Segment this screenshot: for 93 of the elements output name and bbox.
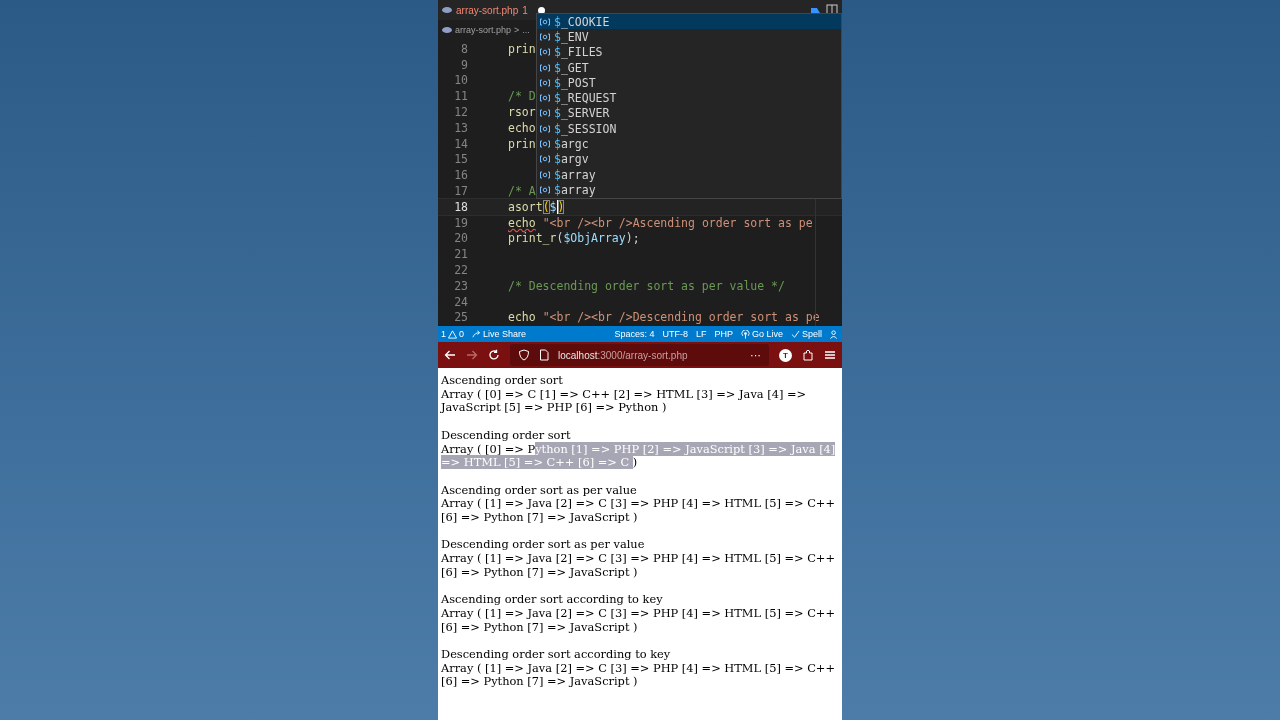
page-actions-button[interactable]: ··· bbox=[750, 349, 761, 361]
suggestion-item[interactable]: $_COOKIE bbox=[537, 14, 841, 30]
reload-icon[interactable] bbox=[488, 349, 500, 361]
status-item[interactable]: UTF-8 bbox=[662, 329, 688, 339]
variable-icon bbox=[540, 78, 550, 87]
output-text: Array ( [1] => Java [2] => C [3] => PHP [4] => HTML [5] => C++ [6] => Python [7] => JavaScript ) bbox=[441, 497, 836, 525]
suggestion-item[interactable]: $_GET bbox=[537, 59, 841, 76]
code-line: prin bbox=[508, 136, 536, 151]
check-icon bbox=[791, 329, 800, 339]
line-number: 24 bbox=[453, 294, 468, 309]
variable-icon bbox=[540, 63, 550, 72]
suggestion-item[interactable]: $_REQUEST bbox=[537, 90, 841, 106]
line-number: 16 bbox=[453, 168, 468, 183]
variable-icon bbox=[540, 140, 550, 148]
problem-count: 1 bbox=[522, 4, 528, 16]
breadcrumb-item[interactable]: ... bbox=[522, 25, 530, 35]
editor-tab[interactable]: array-sort.php bbox=[456, 4, 519, 16]
page-icon bbox=[538, 349, 550, 361]
line-number: 13 bbox=[453, 120, 468, 135]
variable-icon bbox=[540, 32, 550, 41]
code-line: prin bbox=[508, 41, 536, 56]
line-number: 10 bbox=[453, 73, 468, 88]
line-number: 11 bbox=[453, 89, 468, 104]
variable-icon bbox=[540, 17, 550, 26]
output-text: Array ( [1] => Java [2] => C [3] => PHP [4] => HTML [5] => C++ [6] => Python [7] => JavaScript ) bbox=[441, 552, 836, 580]
shield-icon bbox=[518, 349, 530, 361]
php-file-icon bbox=[442, 27, 452, 33]
output-text: Array ( [0] => C [1] => C++ [2] => HTML [3] => Java [4] => JavaScript [5] => PHP [6] => Python ) bbox=[441, 387, 808, 416]
line-number: 17 bbox=[453, 184, 468, 199]
problems-status[interactable]: 1 0 bbox=[441, 329, 465, 339]
line-number: 14 bbox=[453, 136, 468, 151]
output-heading: Descending order sort as per value bbox=[441, 538, 646, 553]
output-heading: Ascending order sort bbox=[441, 374, 564, 388]
output-text: Array ( [1] => Java [2] => C [3] => PHP [4] => HTML [5] => C++ [6] => Python [7] => JavaScript ) bbox=[441, 606, 836, 635]
suggestion-item[interactable]: $_FILES bbox=[537, 44, 841, 60]
output-heading: Descending order sort bbox=[441, 428, 572, 443]
variable-icon bbox=[540, 185, 550, 194]
account-icon[interactable] bbox=[830, 329, 839, 339]
extensions-icon[interactable] bbox=[802, 349, 814, 361]
line-number: 12 bbox=[453, 105, 468, 120]
output-text: Array ( [1] => Java [2] => C [3] => PHP [4] => HTML [5] => C++ [6] => Python [7] => JavaScript ) bbox=[441, 661, 836, 690]
back-icon[interactable] bbox=[444, 349, 456, 361]
code-line: print_r($ObjArray); bbox=[508, 231, 640, 246]
variable-icon bbox=[540, 48, 550, 57]
code-line: /* D bbox=[508, 89, 536, 104]
variable-icon bbox=[540, 94, 550, 103]
variable-icon bbox=[540, 124, 550, 133]
code-line: echo "<br /><br />Ascending order sort as pe bbox=[508, 215, 813, 230]
breadcrumb-item[interactable]: array-sort.php bbox=[455, 25, 512, 35]
variable-icon bbox=[540, 170, 550, 179]
php-file-icon bbox=[442, 7, 452, 13]
code-line: echo bbox=[508, 120, 536, 135]
go-live-button[interactable]: Go Live bbox=[740, 329, 783, 339]
address-bar[interactable]: localhost:3000/array-sort.php ··· bbox=[510, 344, 769, 366]
output-heading: Ascending order sort according to key bbox=[441, 593, 664, 607]
suggestion-item[interactable]: $_SESSION bbox=[537, 121, 841, 137]
live-share-button[interactable]: Live Share bbox=[472, 329, 527, 339]
line-number: 9 bbox=[460, 57, 468, 72]
line-number: 18 bbox=[453, 199, 468, 214]
code-line: /* Descending order sort as per value */ bbox=[508, 278, 785, 293]
line-number: 23 bbox=[453, 278, 468, 293]
line-number: 21 bbox=[453, 247, 468, 262]
status-item[interactable]: Spaces: 4 bbox=[614, 329, 655, 339]
warning-icon bbox=[448, 329, 457, 339]
breadcrumb-separator: > bbox=[514, 25, 520, 35]
suggestion-item[interactable]: $_ENV bbox=[537, 29, 841, 45]
broadcast-icon bbox=[740, 329, 750, 339]
variable-icon bbox=[540, 155, 550, 164]
output-heading: Ascending order sort as per value bbox=[441, 483, 638, 498]
code-line: asort($) bbox=[508, 199, 565, 214]
line-number: 15 bbox=[453, 152, 468, 167]
output-heading: Descending order sort according to key bbox=[441, 648, 672, 662]
suggestion-item[interactable]: $argv bbox=[537, 151, 841, 167]
line-number: 8 bbox=[460, 41, 468, 56]
code-line: /* A bbox=[508, 184, 536, 199]
line-number: 22 bbox=[453, 263, 468, 278]
spell-button[interactable]: Spell bbox=[791, 329, 822, 339]
suggestion-item[interactable]: $_POST bbox=[537, 75, 841, 91]
status-item[interactable]: PHP bbox=[714, 329, 733, 339]
line-number: 20 bbox=[453, 231, 468, 246]
suggestion-item[interactable]: $_SERVER bbox=[537, 105, 841, 122]
menu-icon[interactable] bbox=[824, 349, 836, 361]
account-avatar[interactable]: T bbox=[779, 348, 792, 362]
suggestion-item[interactable]: $array bbox=[537, 182, 841, 198]
share-icon bbox=[472, 329, 482, 339]
code-line: rsor bbox=[508, 105, 536, 120]
line-number: 19 bbox=[453, 215, 468, 230]
suggestion-item[interactable]: $argc bbox=[537, 136, 841, 152]
suggestion-item[interactable]: $array bbox=[537, 166, 841, 183]
variable-icon bbox=[540, 109, 550, 118]
output-text: Array ( [0] => Python [1] => PHP [2] => JavaScript [3] => Java [4] => HTML [5] => C++ [6] => C ) bbox=[441, 442, 837, 470]
line-number: 25 bbox=[453, 310, 468, 325]
status-item[interactable]: LF bbox=[695, 329, 707, 339]
